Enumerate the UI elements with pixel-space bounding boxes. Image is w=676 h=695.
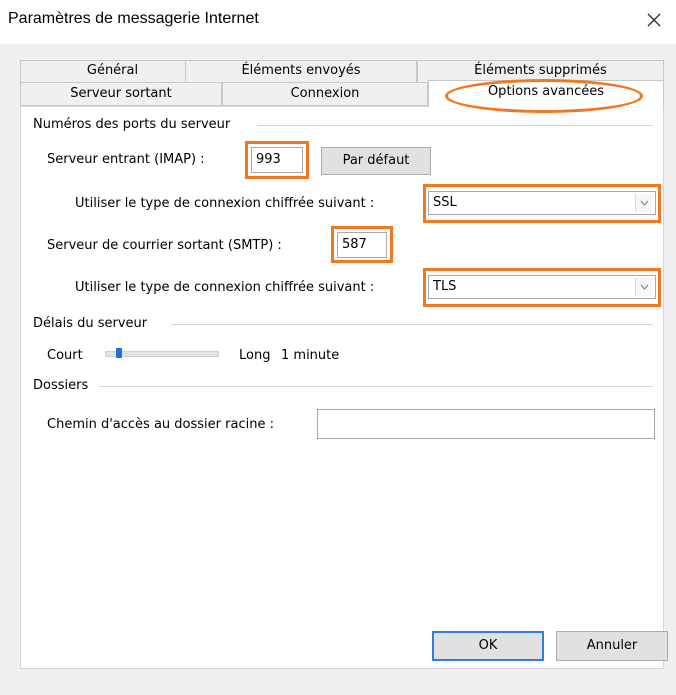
window-title: Paramètres de messagerie Internet (8, 10, 259, 27)
tab-sent-items[interactable]: Éléments envoyés (185, 60, 417, 82)
slider-short-label: Court (47, 348, 83, 363)
default-button[interactable]: Par défaut (321, 147, 431, 175)
close-icon (647, 13, 661, 27)
incoming-port-input[interactable]: 993 (251, 147, 303, 173)
ports-section-label: Numéros des ports du serveur (33, 117, 235, 132)
close-button[interactable] (640, 6, 668, 34)
outgoing-encryption-select[interactable]: TLS (428, 275, 656, 299)
outgoing-encryption-label: Utiliser le type de connexion chiffrée s… (75, 280, 375, 295)
tab-advanced-options[interactable]: Options avancées (428, 80, 664, 107)
incoming-port-label: Serveur entrant (IMAP) : (47, 152, 205, 167)
tab-connection[interactable]: Connexion (222, 82, 428, 106)
incoming-encryption-select[interactable]: SSL (428, 191, 656, 215)
tab-panel: Numéros des ports du serveur Serveur ent… (20, 106, 664, 669)
incoming-encryption-label: Utiliser le type de connexion chiffrée s… (75, 196, 375, 211)
timeout-slider-thumb[interactable] (116, 348, 123, 358)
timeout-slider-track[interactable] (105, 351, 219, 357)
tab-outgoing-server[interactable]: Serveur sortant (20, 82, 222, 106)
root-path-input[interactable] (317, 409, 655, 439)
folders-section-label: Dossiers (33, 378, 93, 393)
timeouts-section-label: Délais du serveur (33, 316, 152, 331)
ok-button[interactable]: OK (432, 631, 544, 661)
cancel-button[interactable]: Annuler (556, 631, 668, 661)
root-path-label: Chemin d'accès au dossier racine : (47, 417, 274, 432)
outgoing-port-input[interactable]: 587 (337, 232, 387, 258)
section-divider (99, 386, 653, 387)
section-divider (171, 324, 653, 325)
section-divider (257, 125, 653, 126)
tab-deleted-items[interactable]: Éléments supprimés (417, 60, 664, 82)
timeout-value: 1 minute (281, 348, 340, 363)
outgoing-encryption-value: TLS (433, 279, 457, 294)
chevron-down-icon[interactable] (635, 278, 653, 296)
tab-general[interactable]: Général (20, 60, 205, 82)
outgoing-port-label: Serveur de courrier sortant (SMTP) : (47, 238, 282, 253)
title-bar: Paramètres de messagerie Internet (0, 0, 676, 44)
chevron-down-icon[interactable] (635, 194, 653, 212)
dialog-body: Général Éléments envoyés Éléments suppri… (0, 44, 676, 695)
slider-long-label: Long (239, 348, 271, 363)
incoming-encryption-value: SSL (433, 195, 457, 210)
